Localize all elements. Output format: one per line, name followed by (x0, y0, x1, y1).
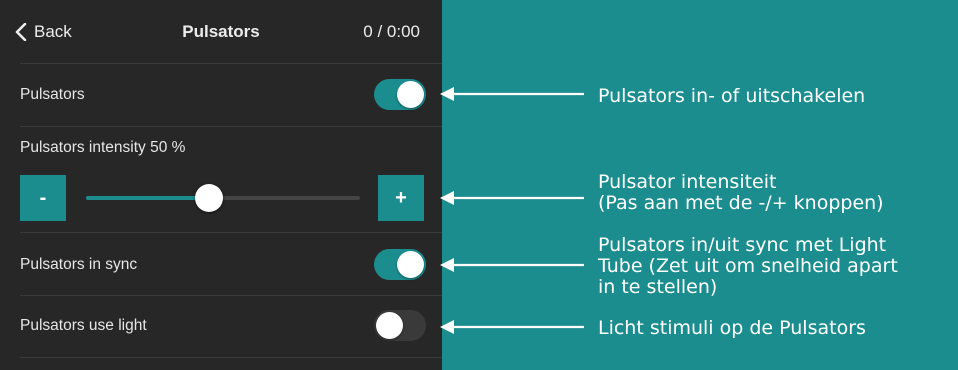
intensity-label: Pulsators intensity 50 % (20, 139, 186, 156)
divider (20, 63, 442, 64)
progress-counter: 0 / 0:00 (363, 22, 420, 41)
intensity-increase-button[interactable]: + (378, 175, 424, 221)
divider (20, 126, 442, 127)
intensity-slider[interactable] (86, 184, 360, 212)
slider-fill (86, 196, 209, 200)
use-light-label: Pulsators use light (20, 317, 147, 334)
divider (20, 357, 442, 358)
annotation-pulsators: Pulsators in- of uitschakelen (598, 85, 866, 107)
annotation-arrows (440, 87, 584, 334)
toggle-knob (397, 81, 424, 108)
annotation-intensity-line2: (Pas aan met de -/+ knoppen) (598, 192, 884, 214)
divider (20, 295, 442, 296)
annotation-sync-line1: Pulsators in/uit sync met Light (598, 234, 887, 256)
pulsators-label: Pulsators (20, 86, 85, 103)
toggle-knob (397, 251, 424, 278)
annotation-sync-line3: in te stellen) (598, 276, 718, 298)
annotation-sync-line2: Tube (Zet uit om snelheid apart (598, 255, 898, 277)
slider-thumb[interactable] (195, 184, 223, 212)
settings-panel: Back Pulsators 0 / 0:00 Pulsators Pulsat… (0, 0, 442, 370)
pulsators-toggle[interactable] (374, 79, 426, 110)
annotation-use-light: Licht stimuli op de Pulsators (598, 317, 866, 339)
divider (20, 232, 442, 233)
nav-header: Back Pulsators 0 / 0:00 (0, 0, 442, 64)
annotation-intensity-line1: Pulsator intensiteit (598, 171, 777, 193)
sync-label: Pulsators in sync (20, 256, 138, 273)
use-light-toggle[interactable] (374, 310, 426, 341)
sync-toggle[interactable] (374, 249, 426, 280)
toggle-knob (376, 312, 403, 339)
intensity-decrease-button[interactable]: - (20, 175, 66, 221)
